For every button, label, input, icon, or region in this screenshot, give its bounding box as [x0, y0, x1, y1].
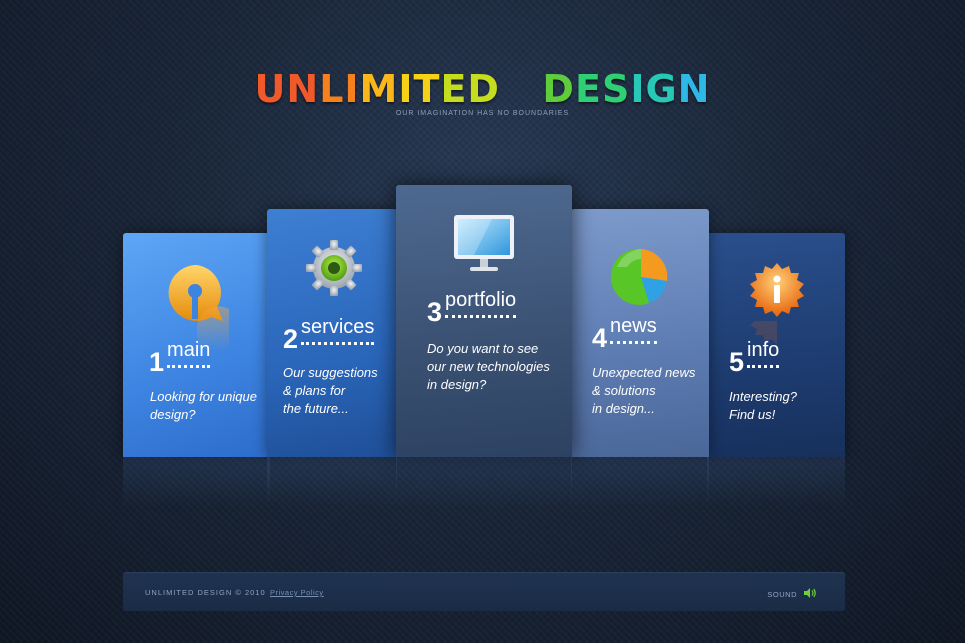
sound-toggle[interactable]: SOUND [767, 587, 817, 601]
gear-icon [305, 239, 363, 302]
privacy-policy-link[interactable]: Privacy Policy [270, 588, 324, 597]
logo-letter: N [677, 67, 711, 111]
desc-line: in design... [592, 401, 655, 416]
logo-letter: D [467, 67, 500, 111]
nav-panel-main[interactable]: 1 main Looking for unique design? [123, 233, 270, 507]
desc-line: Interesting? [729, 389, 797, 404]
desc-line: in design? [427, 377, 487, 392]
tagline: OUR IMAGINATION HAS NO BOUNDARIES [395, 110, 570, 117]
desc-line: Unexpected news [592, 365, 696, 380]
desc-line: Find us! [729, 407, 776, 422]
sound-label: SOUND [767, 589, 797, 599]
logo-letter: N [286, 67, 320, 111]
desc-line: design? [150, 407, 196, 422]
logo-letter: M [359, 67, 399, 111]
panel-heading: 1 main [149, 339, 211, 378]
logo-letter: E [440, 67, 468, 111]
pie-chart-icon [609, 245, 673, 312]
desc-line: & plans for [283, 383, 346, 398]
footer-bar: UNLIMITED DESIGN © 2010 Privacy Policy S… [123, 572, 845, 611]
desc-line: the future... [283, 401, 349, 416]
desc-line: Do you want to see [427, 341, 539, 356]
nav-panel-info[interactable]: 5 info Interesting? Find us! [707, 233, 845, 507]
speaker-icon [797, 587, 817, 601]
logo-letter: U [254, 67, 287, 111]
desc-line: & solutions [592, 383, 656, 398]
desc-line: Our suggestions [283, 365, 378, 380]
logo-letter: I [630, 67, 646, 111]
logo-letter: I [398, 67, 414, 111]
panel-heading: 2 services [283, 316, 375, 355]
monitor-icon [452, 213, 516, 280]
panel-number: 1 [149, 347, 165, 377]
logo-word-design: DESIGN [542, 68, 710, 110]
logo-letter: I [344, 67, 360, 111]
panel-number: 3 [427, 297, 443, 327]
panel-title: info [747, 339, 780, 368]
panel-heading: 5 info [729, 339, 780, 378]
site-logo[interactable]: UNLIMITED DESIGN [0, 68, 965, 110]
nav-panel-news[interactable]: 4 news Unexpected news & solutions in des… [571, 209, 709, 507]
panel-heading: 3 portfolio [427, 289, 517, 328]
panel-title: news [610, 315, 657, 344]
logo-letter: D [542, 67, 575, 111]
panel-title: main [167, 339, 211, 368]
logo-letter: L [319, 67, 345, 111]
logo-letter: S [601, 67, 631, 111]
panel-title: services [301, 316, 375, 345]
panel-number: 5 [729, 347, 745, 377]
panel-description: Looking for unique design? [150, 388, 257, 424]
desc-line: Looking for unique [150, 389, 257, 404]
logo-word-unlimited: UNLIMITED [255, 68, 500, 110]
panel-description: Interesting? Find us! [729, 388, 797, 424]
panel-description: Unexpected news & solutions in design... [592, 364, 695, 418]
panel-description: Our suggestions & plans for the future..… [283, 364, 378, 418]
panel-title: portfolio [445, 289, 517, 318]
panel-description: Do you want to see our new technologies … [427, 340, 550, 394]
copyright-text: UNLIMITED DESIGN © 2010 [145, 588, 266, 597]
panel-number: 2 [283, 324, 299, 354]
logo-letter: G [645, 67, 678, 111]
nav-panel-portfolio[interactable]: 3 portfolio Do you want to see our new te… [396, 185, 572, 507]
desc-line: our new technologies [427, 359, 550, 374]
nav-panel-services[interactable]: 2 services Our suggestions & plans for th… [267, 209, 397, 507]
logo-letter: E [574, 67, 602, 111]
panel-heading: 4 news [592, 315, 657, 354]
logo-letter: T [413, 67, 441, 111]
panel-number: 4 [592, 323, 608, 353]
